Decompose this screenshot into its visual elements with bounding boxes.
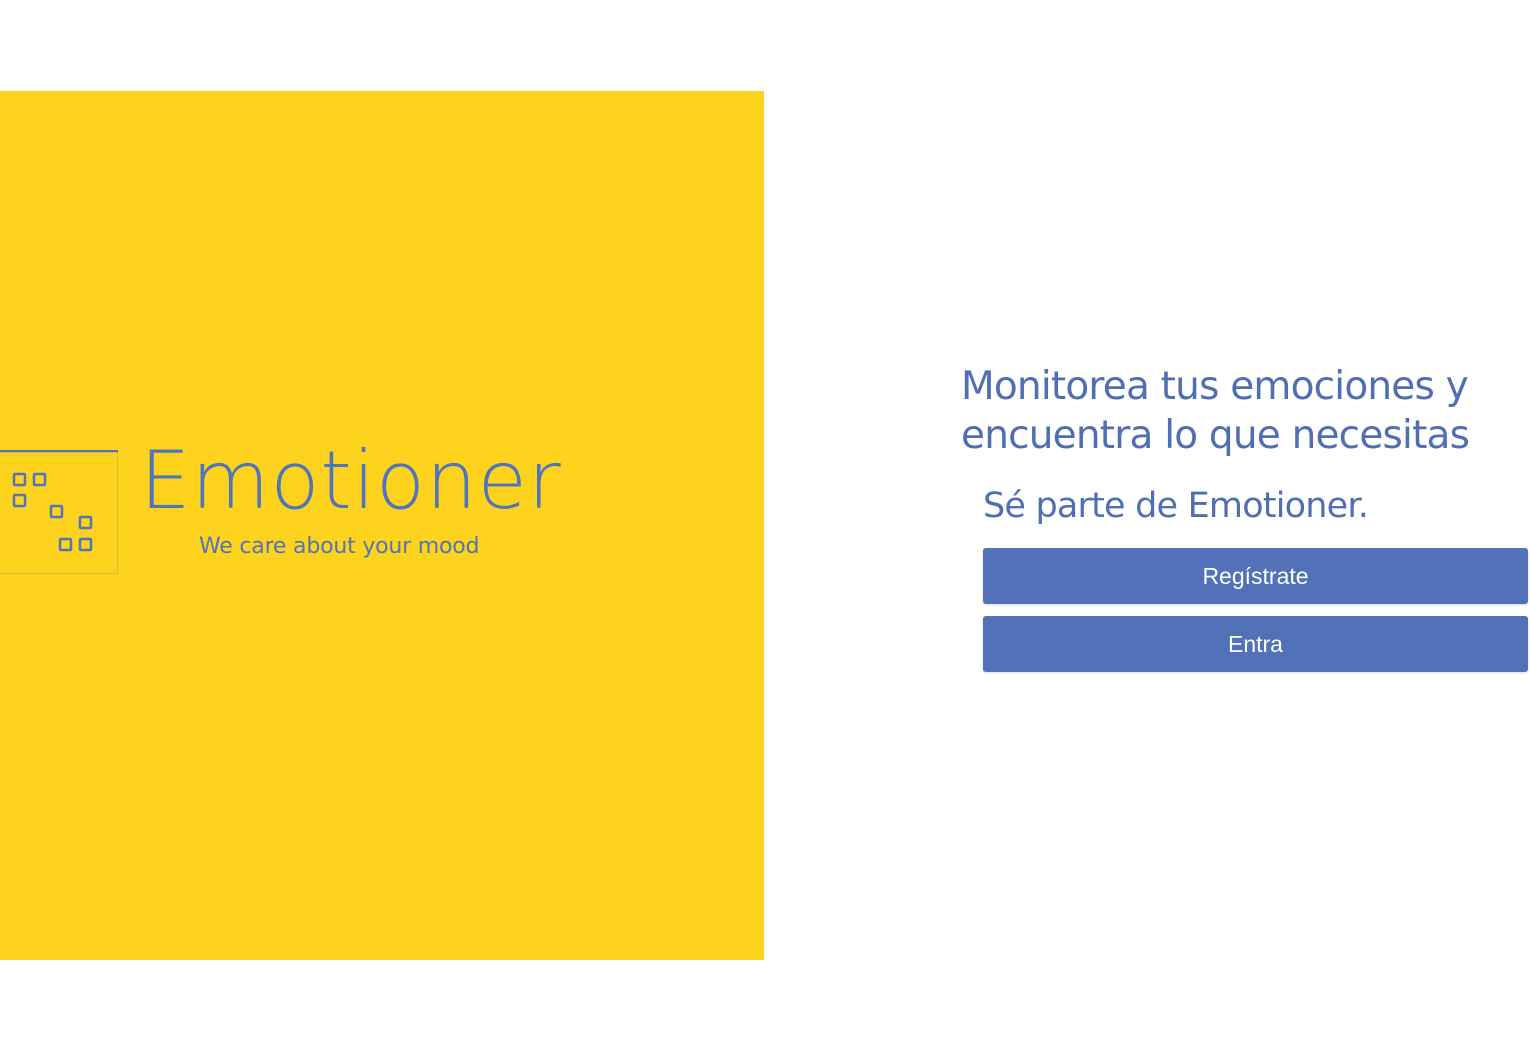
hero-panel: Emotioner We care about your mood (0, 91, 764, 960)
register-button[interactable]: Regístrate (983, 548, 1528, 604)
page-headline: Monitorea tus emociones y encuentra lo q… (961, 364, 1470, 458)
page-subheadline: Sé parte de Emotioner. (983, 486, 1369, 526)
logo-tagline: We care about your mood (199, 534, 480, 559)
logo-wordmark: Emotioner (140, 434, 562, 527)
emotioner-grid-logo-icon (0, 450, 118, 574)
landing-page: Emotioner We care about your mood Monito… (0, 0, 1530, 1047)
login-button[interactable]: Entra (983, 616, 1528, 672)
